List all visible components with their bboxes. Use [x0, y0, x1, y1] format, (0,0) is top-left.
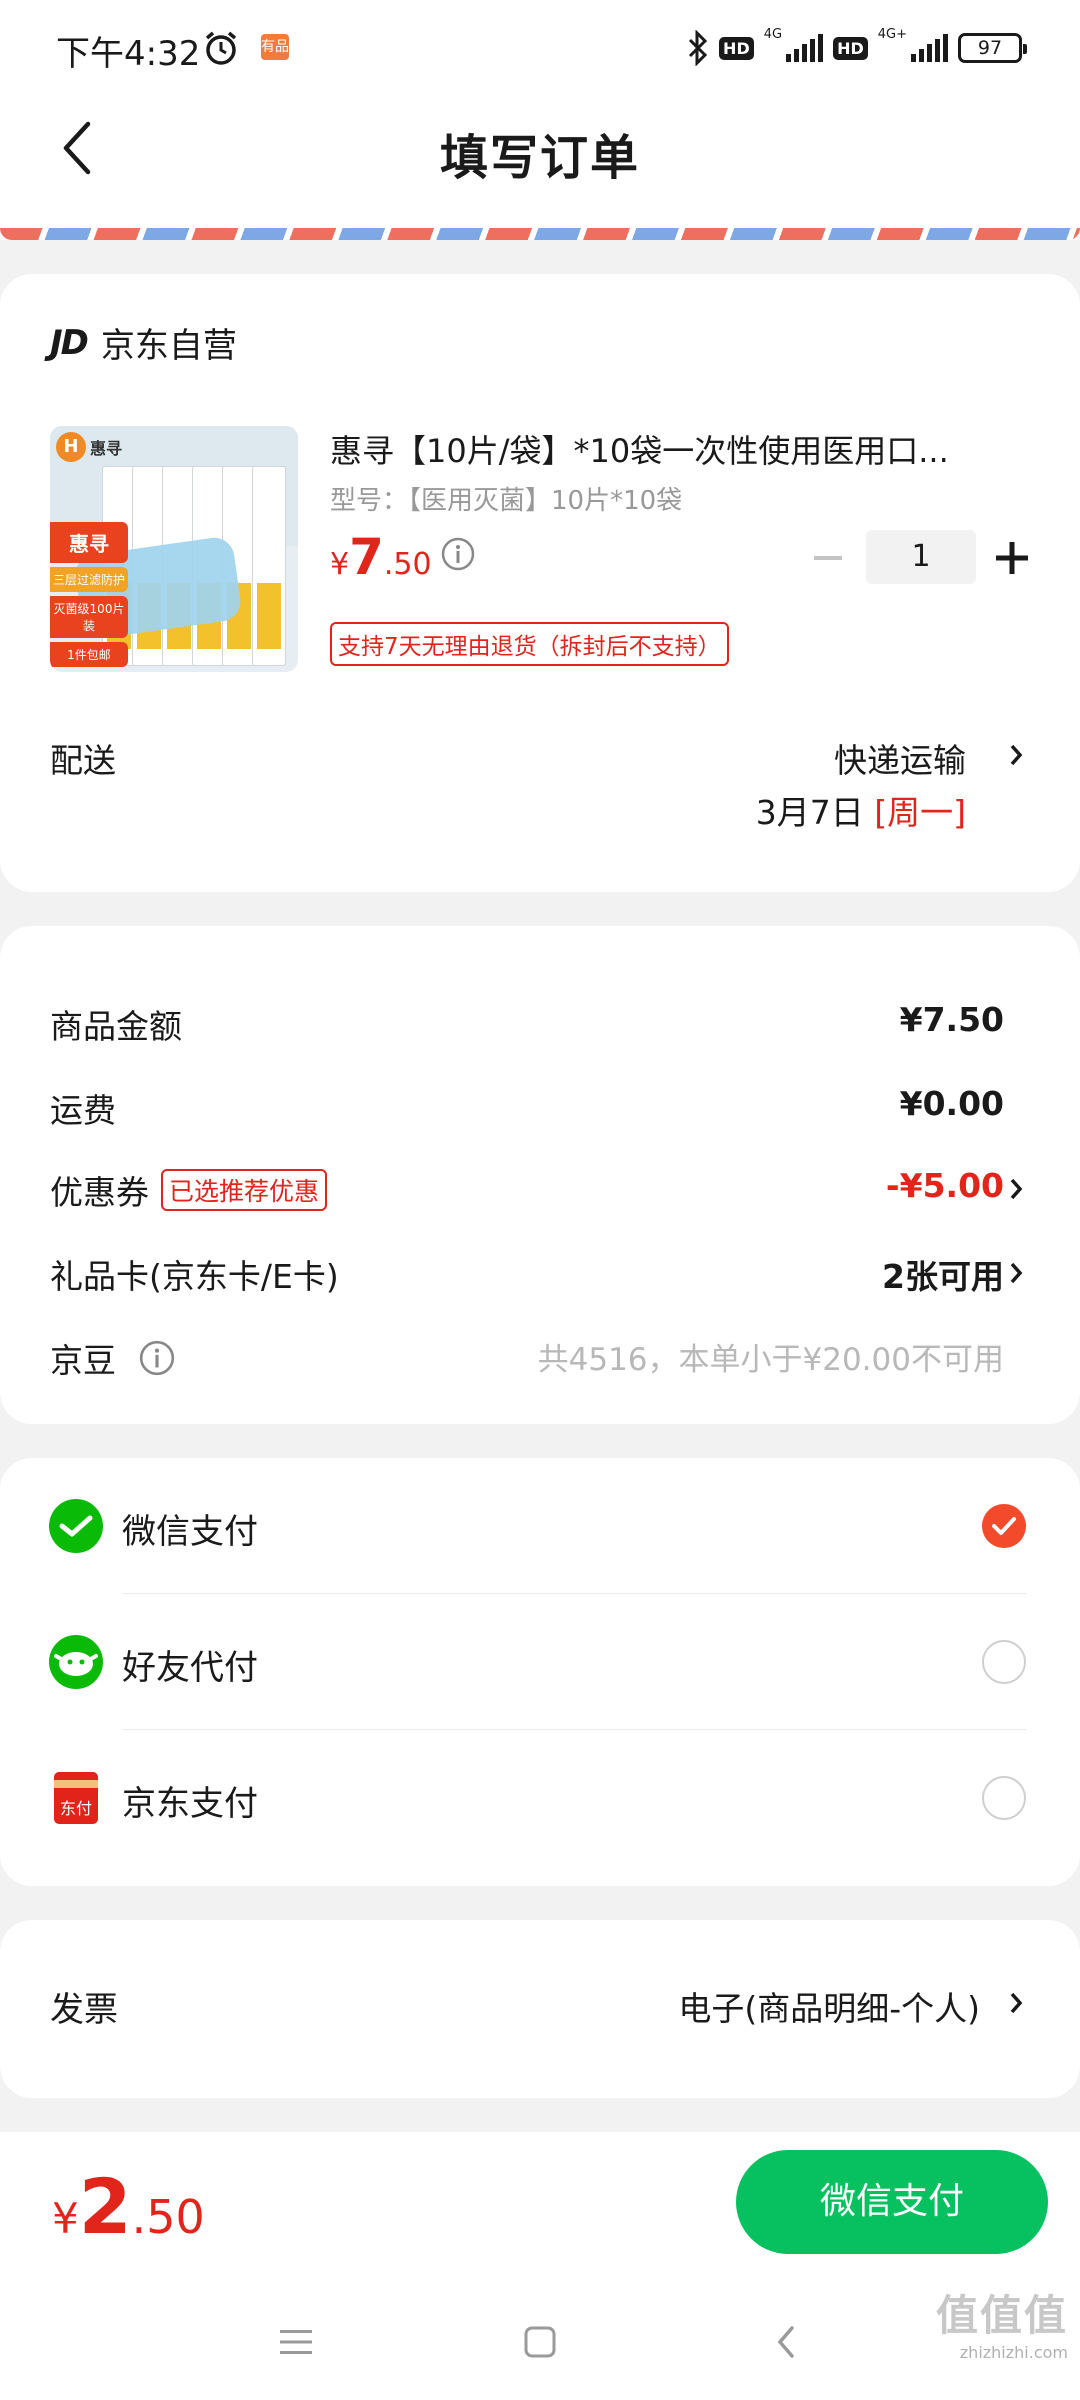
system-nav-bar [0, 2292, 1080, 2392]
wechat-pay-icon [49, 1499, 103, 1553]
amount-summary-card: 商品金额 ¥7.50 运费 ¥0.00 优惠券 已选推荐优惠 -¥5.00 礼品… [0, 926, 1080, 1424]
home-button[interactable] [510, 2312, 570, 2372]
payment-label: 好友代付 [122, 1648, 258, 1688]
nav-bar: 填写订单 [0, 96, 1080, 200]
chevron-right-icon[interactable] [1006, 738, 1028, 772]
chevron-right-icon [1010, 1262, 1023, 1284]
chevron-right-icon [1010, 1178, 1023, 1200]
delivery-date-text: 3月7日 [755, 793, 875, 832]
brand-logo: H 惠寻 [56, 432, 122, 462]
invoice-value: 电子(商品明细-个人) [678, 1989, 980, 2028]
payment-method-card: 微信支付 好友代付 东付 京东支付 [0, 1458, 1080, 1886]
product-image[interactable]: H 惠寻 惠寻 三层过滤防护 灭菌级100片装 1件包邮 [50, 426, 298, 672]
svg-text:东付: 东付 [60, 1799, 92, 1818]
network-type-2: 4G+ [877, 27, 907, 42]
delivery-date[interactable]: 3月7日 [周一] [756, 786, 966, 834]
friend-pay-icon [49, 1635, 103, 1689]
gift-card-value: 2张可用 [882, 1257, 1004, 1296]
menu-button[interactable] [266, 2312, 326, 2372]
menu-icon [280, 2330, 312, 2354]
coupon-value: -¥5.00 [885, 1166, 1004, 1205]
goods-amount-value: ¥7.50 [899, 1000, 1004, 1039]
freight-value: ¥0.00 [899, 1084, 1004, 1123]
shop-name: 京东自营 [100, 326, 237, 366]
coupon-label-group: 优惠券 已选推荐优惠 [50, 1166, 328, 1214]
hd-badge: HD [719, 36, 754, 60]
checkout-bar: ¥ 2 .50 微信支付 值值值 zhizhizhi.com [0, 2132, 1080, 2400]
alarm-icon [205, 31, 237, 65]
goods-amount-label: 商品金额 [50, 1007, 182, 1046]
order-item-card: JD 京东自营 H 惠寻 惠寻 三层过滤防护 灭菌级100片装 1件包邮 惠寻【… [0, 274, 1080, 892]
coupon-label: 优惠券 [50, 1173, 149, 1212]
product-spec: 型号：【医用灭菌】10片*10袋 [330, 486, 683, 516]
quantity-value[interactable]: 1 [866, 530, 976, 584]
jd-logo-icon: JD [50, 322, 89, 363]
payment-label: 京东支付 [122, 1784, 258, 1824]
product-price: ¥ 7 .50 [330, 528, 432, 586]
page-title: 填写订单 [439, 130, 640, 186]
jd-pay-icon: 东付 [54, 1772, 98, 1824]
status-indicators: HD 4G HD 4G+ 97 [687, 26, 1027, 70]
signal-icon [786, 34, 824, 62]
radio-selected[interactable] [982, 1504, 1026, 1548]
product-image-tags: 惠寻 三层过滤防护 灭菌级100片装 1件包邮 [50, 522, 128, 671]
quantity-decrease-button[interactable] [808, 538, 848, 578]
payment-option-jdpay[interactable]: 东付 京东支付 [0, 1730, 1080, 1866]
jd-beans-row: 京豆 共4516，本单小于¥20.00不可用 [0, 1326, 1080, 1386]
freight-label: 运费 [50, 1091, 116, 1130]
jd-beans-value: 共4516，本单小于¥20.00不可用 [537, 1342, 1004, 1378]
payment-label: 微信支付 [122, 1512, 258, 1552]
shipping-label: 配送 [50, 741, 116, 780]
delivery-weekday: [周一] [874, 793, 966, 832]
system-back-button[interactable] [756, 2312, 816, 2372]
freight-row: 运费 ¥0.00 [0, 1076, 1080, 1136]
network-type: 4G [763, 27, 783, 42]
submit-pay-button[interactable]: 微信支付 [736, 2150, 1048, 2254]
status-bar: 下午4:32 有品 HD 4G HD 4G+ 97 [0, 0, 1080, 96]
total-price: ¥ 2 .50 [52, 2162, 205, 2251]
invoice-label: 发票 [50, 1990, 118, 2030]
return-policy-badge: 支持7天无理由退货（拆封后不支持） [330, 622, 729, 666]
invoice-card[interactable]: 发票 电子(商品明细-个人) [0, 1920, 1080, 2098]
watermark: 值值值 zhizhizhi.com [935, 2291, 1068, 2362]
radio-unselected[interactable] [982, 1640, 1026, 1684]
quantity-increase-button[interactable] [990, 536, 1034, 580]
radio-unselected[interactable] [982, 1776, 1026, 1820]
address-strip-decoration [0, 228, 1080, 240]
signal-icon-2 [911, 34, 948, 62]
back-icon [777, 2326, 794, 2358]
shop-header[interactable]: JD 京东自营 [50, 318, 237, 367]
status-time: 下午4:32 [56, 34, 201, 74]
home-icon [524, 2326, 556, 2358]
coupon-recommend-tag: 已选推荐优惠 [161, 1169, 328, 1211]
beans-info-icon[interactable] [138, 1339, 176, 1377]
top-area: 下午4:32 有品 HD 4G HD 4G+ 97 填写订单 [0, 0, 1080, 240]
coupon-row[interactable]: 优惠券 已选推荐优惠 -¥5.00 [0, 1158, 1080, 1218]
bluetooth-icon [688, 30, 708, 66]
price-info-icon[interactable] [440, 536, 476, 572]
jd-beans-label-group: 京豆 [50, 1334, 176, 1382]
shipping-method[interactable]: 快递运输 [834, 734, 966, 782]
jd-beans-label: 京豆 [50, 1341, 116, 1380]
payment-option-friend[interactable]: 好友代付 [0, 1594, 1080, 1730]
gift-card-row[interactable]: 礼品卡(京东卡/E卡) 2张可用 [0, 1242, 1080, 1302]
gift-card-label: 礼品卡(京东卡/E卡) [50, 1257, 339, 1296]
payment-option-wechat[interactable]: 微信支付 [0, 1458, 1080, 1594]
hd-badge-2: HD [833, 36, 868, 60]
product-title[interactable]: 惠寻【10片/袋】*10袋一次性使用医用口... [330, 426, 1010, 472]
checkmark-icon [992, 1517, 1016, 1535]
battery-icon: 97 [958, 33, 1027, 63]
app-notification-icon: 有品 [261, 34, 289, 60]
goods-amount-row: 商品金额 ¥7.50 [0, 992, 1080, 1052]
chevron-right-icon [1010, 1992, 1023, 2014]
